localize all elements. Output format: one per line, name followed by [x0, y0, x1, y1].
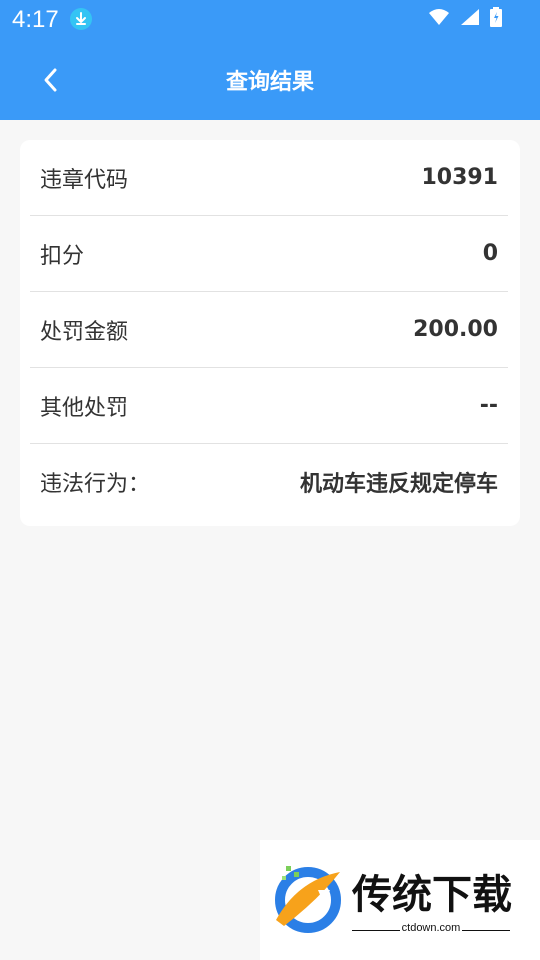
app-bar: 4:17 查询结果 [0, 0, 540, 120]
row-violation-behavior: 违法行为： 机动车违反规定停车 [30, 444, 508, 520]
result-card: 违章代码 10391 扣分 0 处罚金额 200.00 其他处罚 -- 违法行为… [20, 140, 520, 526]
row-label: 违法行为： [40, 472, 151, 497]
row-value: 200.00 [413, 317, 498, 342]
row-value: 0 [482, 241, 498, 266]
watermark-logo-icon [268, 860, 346, 942]
watermark-brand: 传统下载 [352, 872, 512, 918]
wifi-icon [428, 8, 450, 30]
row-label: 处罚金额 [40, 319, 129, 345]
toolbar: 查询结果 [0, 40, 540, 120]
page-title: 查询结果 [225, 70, 314, 95]
row-label: 其他处罚 [40, 395, 129, 421]
row-other-penalty: 其他处罚 -- [30, 368, 508, 444]
watermark: 传统下载 ctdown.com [260, 840, 540, 960]
battery-icon [490, 7, 502, 31]
row-points: 扣分 0 [30, 216, 508, 292]
row-value: 机动车违反规定停车 [299, 472, 498, 497]
row-label: 扣分 [40, 243, 85, 269]
signal-icon [460, 8, 480, 30]
status-time: 4:17 [12, 6, 59, 33]
watermark-url: ctdown.com [401, 922, 461, 934]
download-icon [70, 8, 92, 30]
row-value: 10391 [421, 165, 498, 190]
row-label: 违章代码 [40, 167, 129, 193]
status-icons [428, 7, 502, 31]
status-bar: 4:17 [0, 0, 540, 40]
row-violation-code: 违章代码 10391 [30, 140, 508, 216]
row-value: -- [479, 393, 498, 418]
row-fine-amount: 处罚金额 200.00 [30, 292, 508, 368]
